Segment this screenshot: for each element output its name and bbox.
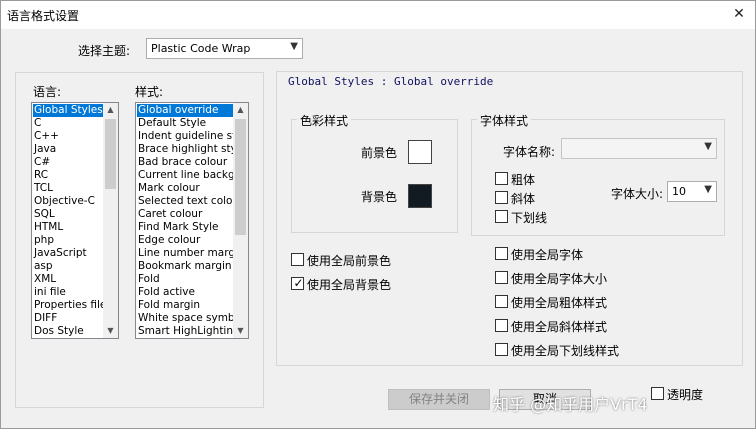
- style-list-item[interactable]: Smart HighLighting: [137, 325, 246, 338]
- scroll-up-icon[interactable]: ▲: [233, 103, 248, 117]
- style-list-item[interactable]: Bookmark margin: [137, 260, 246, 273]
- window-title: 语言格式设置: [7, 9, 80, 23]
- language-list-item[interactable]: TCL: [33, 182, 106, 195]
- style-list-item[interactable]: Mark colour: [137, 182, 246, 195]
- language-list-item[interactable]: Java: [33, 143, 106, 156]
- style-label: 样式:: [135, 85, 164, 99]
- chevron-down-icon: ▼: [704, 184, 712, 195]
- use-global-bg-label: 使用全局背景色: [307, 278, 392, 292]
- language-list-item[interactable]: Dos Style: [33, 325, 106, 338]
- style-list-item[interactable]: Edge colour: [137, 234, 246, 247]
- underline-checkbox[interactable]: [495, 210, 508, 223]
- use-global-font-checkbox[interactable]: [495, 247, 508, 260]
- color-style-group: [291, 119, 458, 233]
- transparency-checkbox[interactable]: [651, 387, 664, 400]
- use-global-size-checkbox[interactable]: [495, 271, 508, 284]
- language-list-item[interactable]: ini file: [33, 286, 106, 299]
- language-list-item[interactable]: Properties file: [33, 299, 106, 312]
- language-list-item[interactable]: HTML: [33, 221, 106, 234]
- language-list-item[interactable]: C++: [33, 130, 106, 143]
- language-list[interactable]: Global Styles C C++ Java C# RC TCL Objective-C S…: [31, 102, 119, 339]
- style-list-item[interactable]: Selected text colou: [137, 195, 246, 208]
- use-global-underline-checkbox[interactable]: [495, 343, 508, 356]
- font-size-label: 字体大小:: [611, 187, 664, 201]
- language-items: Global Styles C C++ Java C# RC TCL Objective-C S…: [33, 104, 107, 338]
- use-global-fg-label: 使用全局前景色: [307, 254, 392, 268]
- language-list-item[interactable]: Objective-C: [33, 195, 106, 208]
- use-global-bold-label: 使用全局粗体样式: [511, 296, 608, 310]
- scroll-up-icon[interactable]: ▲: [103, 103, 118, 117]
- current-style-header: Global Styles : Global override: [288, 75, 494, 88]
- font-name-select[interactable]: ▼: [561, 138, 717, 159]
- style-configurator-dialog: 语言格式设置 ✕ 选择主题: Plastic Code Wrap ▼ 语言: 样…: [0, 0, 756, 429]
- language-list-item[interactable]: RC: [33, 169, 106, 182]
- language-list-item[interactable]: asp: [33, 260, 106, 273]
- scroll-thumb[interactable]: [105, 119, 116, 189]
- close-icon[interactable]: ✕: [727, 4, 751, 24]
- foreground-label: 前景色: [361, 146, 398, 160]
- use-global-italic-label: 使用全局斜体样式: [511, 320, 608, 334]
- use-global-fg-checkbox[interactable]: [291, 253, 304, 266]
- style-list-item[interactable]: Brace highlight style: [137, 143, 246, 156]
- checkmark-icon: ✓: [293, 276, 304, 290]
- foreground-color-swatch[interactable]: [408, 140, 432, 164]
- use-global-font-label: 使用全局字体: [511, 248, 584, 262]
- language-list-item[interactable]: JavaScript: [33, 247, 106, 260]
- use-global-underline-label: 使用全局下划线样式: [511, 344, 620, 358]
- language-list-item[interactable]: DIFF: [33, 312, 106, 325]
- style-list[interactable]: Global override Default Style Indent guide…: [135, 102, 249, 339]
- use-global-bg-checkbox[interactable]: ✓: [291, 276, 304, 290]
- language-list-scrollbar[interactable]: ▲ ▼: [103, 103, 118, 338]
- scroll-down-icon[interactable]: ▼: [103, 324, 118, 338]
- language-label: 语言:: [33, 85, 62, 99]
- scroll-down-icon[interactable]: ▼: [233, 324, 248, 338]
- style-items: Global override Default Style Indent guide…: [137, 104, 247, 338]
- style-list-item[interactable]: Current line backgr: [137, 169, 246, 182]
- theme-select-value: Plastic Code Wrap: [151, 42, 251, 55]
- color-style-title: 色彩样式: [297, 112, 352, 129]
- chevron-down-icon: ▼: [290, 41, 298, 52]
- style-list-item[interactable]: Fold: [137, 273, 246, 286]
- save-close-button[interactable]: 保存并关闭: [388, 389, 490, 410]
- background-label: 背景色: [361, 190, 398, 204]
- language-list-item[interactable]: C#: [33, 156, 106, 169]
- transparency-label: 透明度: [667, 388, 704, 402]
- style-list-item[interactable]: Fold active: [137, 286, 246, 299]
- style-list-item[interactable]: Bad brace colour: [137, 156, 246, 169]
- scroll-thumb[interactable]: [235, 119, 246, 235]
- italic-checkbox[interactable]: [495, 191, 508, 204]
- title-bar: 语言格式设置 ✕: [1, 1, 755, 29]
- style-list-item[interactable]: Caret colour: [137, 208, 246, 221]
- language-list-item[interactable]: C: [33, 117, 106, 130]
- use-global-size-label: 使用全局字体大小: [511, 272, 608, 286]
- style-list-item[interactable]: Fold margin: [137, 299, 246, 312]
- style-list-item[interactable]: Find Mark Style: [137, 221, 246, 234]
- font-style-title: 字体样式: [477, 112, 532, 129]
- language-list-item[interactable]: SQL: [33, 208, 106, 221]
- use-global-italic-checkbox[interactable]: [495, 319, 508, 332]
- language-list-item[interactable]: php: [33, 234, 106, 247]
- chevron-down-icon: ▼: [704, 141, 712, 152]
- style-list-item[interactable]: Global override: [137, 104, 247, 117]
- style-list-item[interactable]: Default Style: [137, 117, 246, 130]
- italic-label: 斜体: [511, 192, 536, 206]
- font-size-value: 10: [672, 185, 686, 198]
- underline-label: 下划线: [511, 211, 548, 225]
- theme-label: 选择主题:: [78, 44, 131, 58]
- language-list-item[interactable]: XML: [33, 273, 106, 286]
- style-list-item[interactable]: White space symbo: [137, 312, 246, 325]
- style-list-scrollbar[interactable]: ▲ ▼: [233, 103, 248, 338]
- bold-label: 粗体: [511, 173, 536, 187]
- watermark: 知乎 @知乎用户VrT4: [493, 395, 648, 414]
- bold-checkbox[interactable]: [495, 172, 508, 185]
- font-name-label: 字体名称:: [503, 145, 556, 159]
- font-style-group: [471, 119, 725, 236]
- use-global-bold-checkbox[interactable]: [495, 295, 508, 308]
- language-list-item[interactable]: Global Styles: [33, 104, 107, 117]
- style-list-item[interactable]: Indent guideline sty: [137, 130, 246, 143]
- background-color-swatch[interactable]: [408, 184, 432, 208]
- style-list-item[interactable]: Line number margin: [137, 247, 246, 260]
- theme-select[interactable]: Plastic Code Wrap ▼: [146, 38, 303, 59]
- font-size-select[interactable]: 10 ▼: [667, 181, 717, 202]
